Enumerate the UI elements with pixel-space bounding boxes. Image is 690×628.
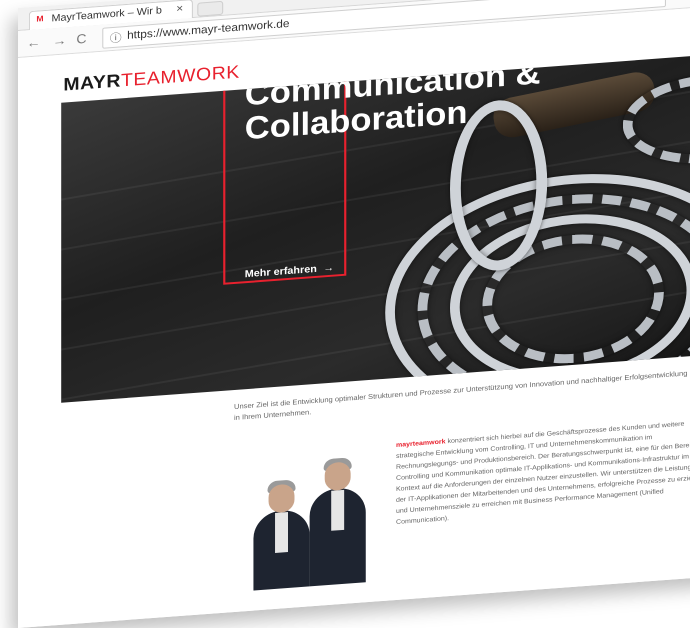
url-text: https://www.mayr-teamwork.de — [127, 17, 290, 42]
tab-close-icon[interactable]: × — [176, 3, 183, 16]
favicon-icon: M — [36, 14, 44, 24]
new-tab-button[interactable] — [197, 0, 224, 17]
person-left — [253, 479, 310, 591]
browser-window: M MayrTeamwork – Wir b × – □ × ← → C ⓘ h… — [18, 0, 690, 628]
stage: M MayrTeamwork – Wir b × – □ × ← → C ⓘ h… — [0, 0, 690, 628]
info-icon[interactable]: ⓘ — [110, 29, 122, 46]
body-brand: mayrteamwork — [396, 438, 446, 449]
back-arrow-icon[interactable]: ← — [27, 34, 41, 50]
body-text: konzentriert sich hierbei auf die Geschä… — [396, 420, 690, 526]
forward-arrow-icon[interactable]: → — [53, 32, 67, 48]
team-photo — [245, 452, 375, 592]
logo-teamwork: TEAMWORK — [120, 61, 240, 91]
hero-banner: Communication & Collaboration Mehr erfah… — [61, 51, 690, 403]
person-right — [309, 457, 366, 587]
body-paragraph: mayrteamwork konzentriert sich hierbei a… — [396, 417, 690, 528]
logo-mayr: MAYR — [63, 70, 121, 95]
web-page: MAYRTEAMWORK Communication & Collaborati… — [18, 5, 690, 628]
reload-icon[interactable]: C — [76, 31, 86, 47]
arrow-right-icon: → — [323, 262, 335, 275]
